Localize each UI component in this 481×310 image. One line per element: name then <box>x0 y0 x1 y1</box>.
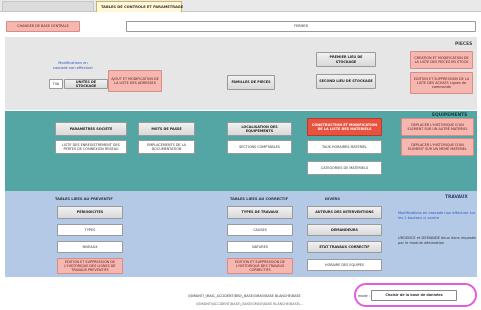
change-base-button[interactable]: CHANGER DE BASE CENTRALE <box>6 21 80 32</box>
horaire-equipes-label: HORAIRE DES EQUIPES <box>325 262 364 267</box>
deplacer-historique-meme-label: DEPLACER L'HISTORIQUE D'UN ELEMENT SUR U… <box>408 142 467 151</box>
edition-achats-button[interactable]: EDITION ET SUPPRESSION DE LA LISTE DES A… <box>410 72 473 94</box>
demandeurs-button[interactable]: DEMANDEURS <box>307 224 382 236</box>
premier-lieu-label: PREMIER LIEU DE STOCKAGE <box>329 55 363 64</box>
edition-preventif-button[interactable]: EDITION ET SUPPRESSION DE L'HISTORIQUE D… <box>57 258 123 274</box>
emplacements-documentation-button[interactable]: EMPLACEMENTS DE LA DOCUMENTATION <box>138 140 195 154</box>
edition-preventif-label: EDITION ET SUPPRESSION DE L'HISTORIQUE D… <box>64 259 116 273</box>
edition-achats-label: EDITION ET SUPPRESSION DE LA LISTE DES A… <box>413 76 470 90</box>
causes-button[interactable]: CAUSES <box>227 224 293 236</box>
travaux-note-urgence: URGENCE et DEMANDE deux dans imposés par… <box>398 236 476 245</box>
natures-label: NATURES <box>252 244 268 249</box>
preventif-title: TABLES LIEES AU PREVENTIF <box>55 197 113 201</box>
liste-enregistrements-label: LISTE DES ENREGISTREMENT DES PERTES DE C… <box>62 142 120 151</box>
natures-button[interactable]: NATURES <box>227 241 293 253</box>
auteurs-interventions-button[interactable]: AUTEURS DES INTERVENTIONS <box>307 206 382 219</box>
ajout-adresses-button[interactable]: AJOUT ET MODIFICATION DE LA LISTE DES AD… <box>108 70 162 92</box>
construction-materiels-button[interactable]: CONSTRUCTION ET MODIFICATION DE LA LISTE… <box>307 118 382 136</box>
types-button[interactable]: TYPES <box>57 224 123 236</box>
horaire-equipes-button[interactable]: HORAIRE DES EQUIPES <box>307 259 382 271</box>
unites-stockage-button[interactable]: UNITES DE STOCKAGE <box>64 79 108 89</box>
periodicites-label: PERIODICITES <box>76 210 104 215</box>
tab-tables-controle[interactable]: TABLES DE CONTROLE ET PARAMETRAGE × <box>96 1 184 13</box>
causes-label: CAUSES <box>253 227 267 232</box>
localisation-equipements-label: LOCALISATION DES EQUIPEMENTS <box>241 124 278 133</box>
premier-lieu-button[interactable]: PREMIER LIEU DE STOCKAGE <box>316 52 376 67</box>
auteurs-interventions-label: AUTEURS DES INTERVENTIONS <box>315 210 374 215</box>
divers-title: DIVERS <box>325 197 340 201</box>
base-path-secondary: \\SMAINTI\ACCIDENT\BASE\_BASE\GMAO\BASE … <box>196 302 304 306</box>
tab-inactive[interactable] <box>2 1 94 12</box>
periodicites-button[interactable]: PERIODICITES <box>57 206 123 219</box>
types-travaux-button[interactable]: TYPES DE TRAVAUX <box>227 206 293 219</box>
categories-materiels-button[interactable]: CATEGORIES DE MATERIELS <box>307 161 382 175</box>
mots-de-passe-label: MOTS DE PASSE <box>151 126 182 131</box>
pieces-panel <box>5 37 477 110</box>
parametres-societe-button[interactable]: PARAMETRES SOCIETE <box>55 122 127 136</box>
deplacer-historique-meme-button[interactable]: DEPLACER L'HISTORIQUE D'UN ELEMENT SUR U… <box>401 138 474 156</box>
taux-horaires-label: TAUX HORAIRES MATERIEL <box>321 144 368 149</box>
construction-materiels-label: CONSTRUCTION ET MODIFICATION DE LA LISTE… <box>311 122 378 131</box>
second-lieu-label: SECOND LIEU DE STOCKAGE <box>319 79 373 84</box>
localisation-equipements-button[interactable]: LOCALISATION DES EQUIPEMENTS <box>227 122 292 136</box>
familles-pieces-label: FAMILLES DE PIECES <box>231 80 271 85</box>
correctif-title: TABLES LIEES AU CORRECTIF <box>230 197 289 201</box>
demandeurs-label: DEMANDEURS <box>331 227 358 232</box>
travaux-note-cascade: Modifications en cascade non effectuer s… <box>398 211 476 220</box>
niveaux-label: NIVEAUX <box>82 244 98 249</box>
parametres-societe-label: PARAMETRES SOCIETE <box>69 126 113 131</box>
pieces-title: PIECES <box>455 42 473 47</box>
mots-de-passe-button[interactable]: MOTS DE PASSE <box>138 122 195 136</box>
edition-correctif-button[interactable]: EDITION ET SUPPRESSION DE L'HISTORIQUE D… <box>227 258 293 274</box>
tva-button[interactable]: TVA <box>49 79 63 89</box>
deplacer-historique-autre-label: DEPLACER L'HISTORIQUE D'UN ELEMENT SUR U… <box>407 122 468 131</box>
tab-active-label: TABLES DE CONTROLE ET PARAMETRAGE <box>101 5 184 9</box>
travaux-title: TRAVAUX <box>445 195 468 200</box>
types-label: TYPES <box>84 227 96 232</box>
categories-materiels-label: CATEGORIES DE MATERIELS <box>320 165 369 170</box>
sections-comptables-label: SECTIONS COMPTABLES <box>239 144 280 149</box>
tva-label: TVA <box>52 81 60 86</box>
pieces-info: Modifications en cascade non effectuer <box>52 61 93 70</box>
change-base-label: CHANGER DE BASE CENTRALE <box>17 24 69 29</box>
taux-horaires-button[interactable]: TAUX HORAIRES MATERIEL <box>307 140 382 154</box>
emplacements-documentation-label: EMPLACEMENTS DE LA DOCUMENTATION <box>147 142 186 151</box>
liste-enregistrements-button[interactable]: LISTE DES ENREGISTREMENT DES PERTES DE C… <box>55 140 127 154</box>
etat-travaux-label: ETAT TRAVAUX CORRECTIF <box>319 244 370 249</box>
familles-pieces-button[interactable]: FAMILLES DE PIECES <box>227 75 275 90</box>
fermer-label: FERMER <box>294 24 308 29</box>
close-icon[interactable]: × <box>176 2 179 13</box>
base-path: \\SMAINTI_\MAIC_ACCIDENT(BIS)\_BASE\GMAO… <box>188 294 301 298</box>
unites-stockage-label: UNITES DE STOCKAGE <box>75 79 97 88</box>
creation-pieces-button[interactable]: CREATION ET MODIFICATION DE LA LISTE DES… <box>410 51 473 69</box>
edition-correctif-label: EDITION ET SUPPRESSION DE L'HISTORIQUE D… <box>235 259 285 273</box>
etat-travaux-button[interactable]: ETAT TRAVAUX CORRECTIF <box>307 241 382 253</box>
highlight-ring <box>354 283 477 307</box>
creation-pieces-label: CREATION ET MODIFICATION DE LA LISTE DES… <box>414 55 469 64</box>
niveaux-button[interactable]: NIVEAUX <box>57 241 123 253</box>
tab-bar: TABLES DE CONTROLE ET PARAMETRAGE × <box>0 0 481 12</box>
deplacer-historique-autre-button[interactable]: DEPLACER L'HISTORIQUE D'UN ELEMENT SUR U… <box>401 118 474 136</box>
sections-comptables-button[interactable]: SECTIONS COMPTABLES <box>227 140 292 154</box>
fermer-button[interactable]: FERMER <box>126 21 476 32</box>
second-lieu-button[interactable]: SECOND LIEU DE STOCKAGE <box>316 74 376 89</box>
ajout-adresses-label: AJOUT ET MODIFICATION DE LA LISTE DES AD… <box>111 76 159 85</box>
types-travaux-label: TYPES DE TRAVAUX <box>241 210 279 215</box>
